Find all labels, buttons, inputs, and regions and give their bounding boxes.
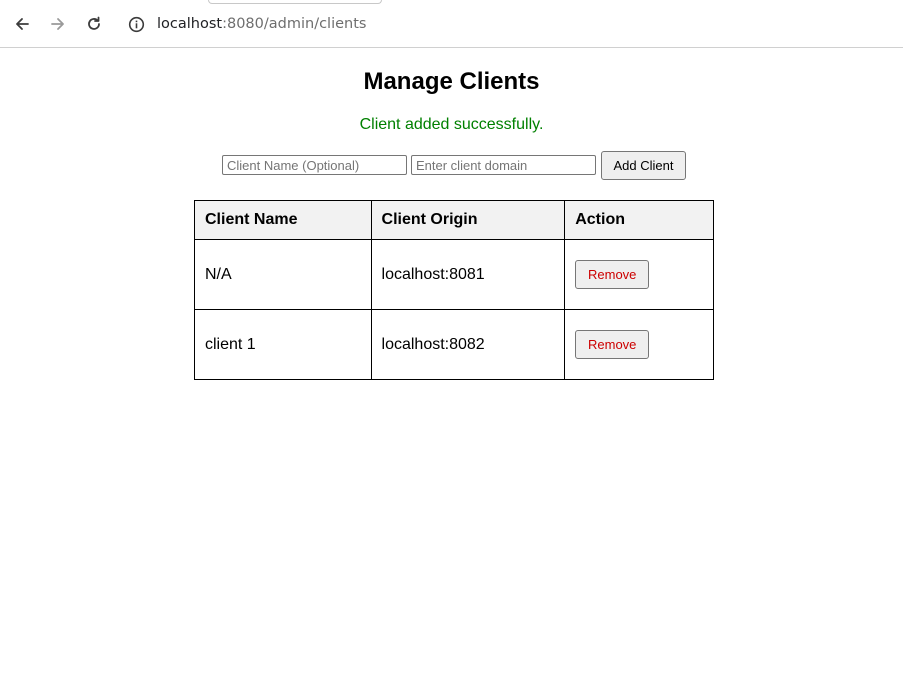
url-host: localhost (157, 16, 223, 32)
header-action: Action (564, 200, 714, 240)
table-row: N/A localhost:8081 Remove (194, 239, 714, 310)
address-bar[interactable]: localhost:8080/admin/clients (120, 8, 903, 41)
page-title: Manage Clients (363, 68, 540, 95)
info-icon[interactable] (128, 16, 145, 33)
table-row: client 1 localhost:8082 Remove (194, 309, 714, 380)
url-path: :8080/admin/clients (222, 16, 367, 32)
url-text: localhost:8080/admin/clients (157, 16, 366, 32)
client-origin-cell: localhost:8082 (370, 309, 566, 380)
browser-toolbar: localhost:8080/admin/clients (0, 0, 903, 48)
header-client-origin: Client Origin (370, 200, 566, 240)
client-domain-input[interactable] (411, 155, 596, 175)
action-cell: Remove (564, 239, 714, 310)
clients-table: Client Name Client Origin Action N/A loc… (194, 200, 714, 380)
table-header-row: Client Name Client Origin Action (194, 200, 714, 240)
add-client-button[interactable]: Add Client (601, 151, 686, 180)
client-origin-cell: localhost:8081 (370, 239, 566, 310)
success-message: Client added successfully. (359, 116, 544, 133)
remove-button[interactable]: Remove (575, 260, 650, 289)
action-cell: Remove (564, 309, 714, 380)
client-name-cell: client 1 (194, 309, 372, 380)
active-tab-edge (208, 0, 382, 4)
reload-button[interactable] (81, 11, 107, 37)
reload-icon (86, 16, 102, 32)
client-name-input[interactable] (222, 155, 407, 175)
tab-strip (0, 0, 903, 4)
back-button[interactable] (9, 11, 35, 37)
header-client-name: Client Name (194, 200, 372, 240)
client-name-cell: N/A (194, 239, 372, 310)
arrow-left-icon (14, 16, 30, 32)
remove-button[interactable]: Remove (575, 330, 650, 359)
forward-button[interactable] (45, 11, 71, 37)
arrow-right-icon (50, 16, 66, 32)
